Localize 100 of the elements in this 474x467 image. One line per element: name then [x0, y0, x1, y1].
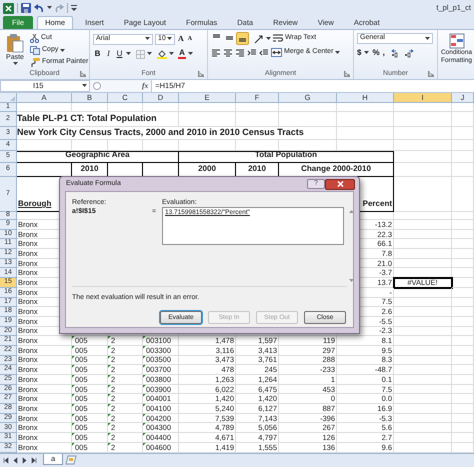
- table-cell: [452, 298, 474, 308]
- conditional-formatting-icon[interactable]: [448, 33, 464, 49]
- last-sheet-icon[interactable]: [30, 456, 37, 464]
- table-cell: [452, 127, 474, 140]
- bottom-align-icon[interactable]: [237, 33, 248, 44]
- caret-icon[interactable]: [12, 62, 18, 66]
- table-cell: [279, 140, 337, 151]
- table-cell: [394, 127, 452, 140]
- comma-button[interactable]: ,: [382, 47, 385, 59]
- customize-toolbar-icon[interactable]: [71, 4, 77, 12]
- table-cell: [17, 103, 72, 112]
- table-cell: [452, 258, 474, 268]
- table-cell: [394, 375, 452, 385]
- merge-cells-icon[interactable]: [271, 48, 282, 57]
- table-cell: New York City Census Tracts, 2000 and 2010 in 2010 Census Tracts: [17, 127, 337, 140]
- table-cell: [452, 249, 474, 259]
- table-cell: [394, 230, 452, 240]
- caret-icon[interactable]: [47, 6, 52, 10]
- table-cell: [452, 112, 474, 127]
- dialog-launcher-icon[interactable]: [428, 71, 434, 77]
- percent-button[interactable]: %: [372, 47, 380, 59]
- caret-icon[interactable]: [335, 50, 340, 54]
- underline-button[interactable]: U: [115, 48, 124, 60]
- table-cell: [452, 414, 474, 424]
- paintbrush-icon[interactable]: [30, 58, 40, 67]
- table-cell: [179, 112, 236, 127]
- table-cell: [394, 356, 452, 366]
- caret-icon[interactable]: [167, 37, 172, 41]
- splitter-handle-icon[interactable]: [93, 82, 101, 90]
- table-cell: [452, 384, 474, 394]
- table-cell: [452, 230, 474, 240]
- align-right-icon[interactable]: [235, 48, 245, 58]
- caret-icon[interactable]: [145, 37, 150, 41]
- undo-icon[interactable]: [34, 4, 44, 12]
- table-cell: [394, 336, 452, 346]
- orientation-icon[interactable]: [254, 34, 264, 44]
- table-cell: [452, 365, 474, 375]
- table-cell: [394, 384, 452, 394]
- table-cell: [337, 112, 394, 127]
- table-cell: [452, 140, 474, 151]
- table-cell: [394, 103, 452, 112]
- table-cell: [179, 140, 236, 151]
- align-center-icon[interactable]: [223, 48, 233, 58]
- table-cell: [452, 163, 474, 177]
- first-sheet-icon[interactable]: [3, 456, 10, 464]
- scissors-icon[interactable]: [30, 34, 39, 43]
- table-cell: [17, 140, 72, 151]
- table-cell: [452, 433, 474, 443]
- italic-button[interactable]: I: [104, 48, 113, 60]
- table-cell: [452, 423, 474, 434]
- copy-icon[interactable]: [30, 46, 40, 55]
- caret-icon[interactable]: [82, 84, 87, 88]
- caret-icon[interactable]: [60, 48, 66, 52]
- table-cell: [452, 356, 474, 366]
- caret-icon[interactable]: [425, 36, 430, 40]
- close-button[interactable]: [325, 178, 355, 190]
- wrap-text-icon[interactable]: [273, 34, 283, 43]
- paste-icon[interactable]: [6, 33, 24, 53]
- currency-button[interactable]: $: [357, 47, 362, 59]
- save-icon[interactable]: [21, 3, 31, 13]
- caret-icon[interactable]: [188, 52, 193, 56]
- table-cell: [394, 404, 452, 414]
- table-cell: Total Population: [179, 151, 394, 163]
- caret-icon[interactable]: [126, 52, 131, 56]
- table-cell: [236, 103, 279, 112]
- next-sheet-icon[interactable]: [21, 456, 28, 464]
- align-left-icon[interactable]: [211, 48, 221, 58]
- previous-sheet-icon[interactable]: [12, 456, 19, 464]
- dialog-launcher-icon[interactable]: [80, 71, 86, 77]
- table-cell: [394, 298, 452, 308]
- table-cell: [452, 346, 474, 356]
- table-cell: [452, 394, 474, 404]
- fill-color-icon[interactable]: [157, 49, 167, 59]
- table-cell: [143, 103, 179, 112]
- caret-icon[interactable]: [169, 52, 174, 56]
- dialog-launcher-icon[interactable]: [344, 71, 350, 77]
- table-cell: [452, 307, 474, 317]
- caret-icon[interactable]: [364, 51, 370, 55]
- table-cell: [452, 268, 474, 278]
- increase-indent-icon[interactable]: [259, 48, 269, 58]
- table-cell: [108, 140, 143, 151]
- table-cell: [337, 103, 394, 112]
- table-cell: [394, 239, 452, 250]
- bold-button[interactable]: B: [93, 48, 102, 60]
- table-cell: [452, 278, 474, 288]
- close-icon: [336, 181, 344, 187]
- decrease-indent-icon[interactable]: [247, 48, 257, 58]
- spreadsheet-app-icon[interactable]: [3, 2, 14, 14]
- dialog-launcher-icon[interactable]: [198, 71, 204, 77]
- decrease-decimal-icon[interactable]: [404, 48, 414, 58]
- caret-icon[interactable]: [266, 36, 271, 40]
- caret-icon[interactable]: [147, 52, 152, 56]
- table-cell: [394, 307, 452, 317]
- table-cell: [394, 163, 452, 177]
- table-cell: [452, 326, 474, 336]
- table-cell: [452, 177, 474, 212]
- grow-font-button[interactable]: A: [177, 33, 185, 45]
- table-cell: [394, 220, 452, 230]
- table-cell: [394, 414, 452, 424]
- font-color-button[interactable]: A: [178, 49, 186, 59]
